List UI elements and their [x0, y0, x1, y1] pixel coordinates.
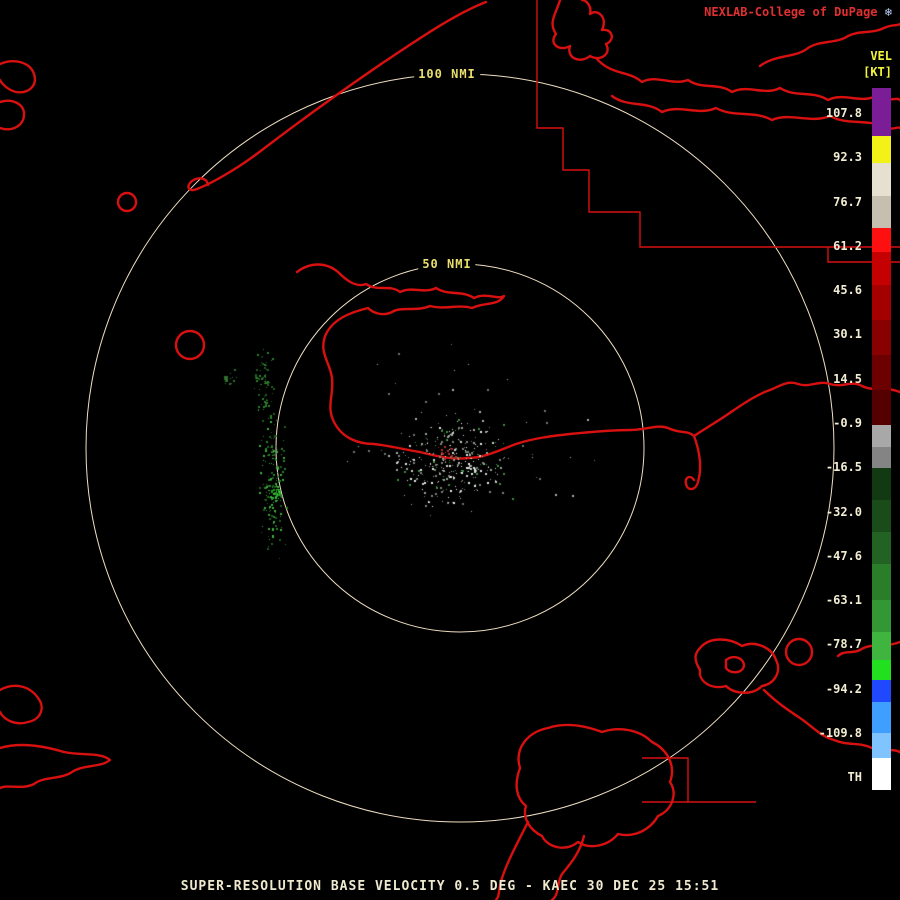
colorbar-segment — [872, 163, 891, 196]
product-caption: SUPER-RESOLUTION BASE VELOCITY 0.5 DEG -… — [180, 879, 720, 894]
colorbar-segment — [872, 733, 891, 758]
colorbar-tick: 92.3 — [833, 150, 862, 165]
colorbar-tick: -32.0 — [825, 504, 862, 519]
colorbar-segment — [872, 532, 891, 564]
colorbar-segment — [872, 252, 891, 285]
colorbar-segment — [872, 680, 891, 702]
brand-label: NEXLAB-College of DuPage — [704, 5, 878, 19]
colorbar-tick: -109.8 — [818, 725, 862, 740]
colorbar-tick: 14.5 — [833, 371, 862, 386]
colorbar-tick: -63.1 — [825, 593, 862, 608]
colorbar-segment — [872, 564, 891, 600]
colorbar-title: VEL [KT] — [863, 48, 892, 80]
colorbar-segment — [872, 228, 891, 252]
colorbar-segment — [872, 355, 891, 390]
colorbar-segment — [872, 468, 891, 500]
colorbar-segment — [872, 320, 891, 355]
velocity-colorbar — [872, 88, 891, 790]
colorbar-segment — [872, 660, 891, 680]
colorbar-tick: -78.7 — [825, 637, 862, 652]
range-ring-label-50nmi: 50 NMI — [418, 257, 476, 271]
colorbar-tick: 61.2 — [833, 238, 862, 253]
radar-display: 100 NMI 50 NMI NEXLAB-College of DuPage … — [0, 0, 900, 900]
colorbar-segment — [872, 600, 891, 632]
colorbar-segment — [872, 88, 891, 136]
range-ring-label-100nmi: 100 NMI — [414, 67, 480, 81]
colorbar-th-label: TH — [847, 770, 862, 784]
colorbar-tick: 30.1 — [833, 327, 862, 342]
colorbar-segment — [872, 702, 891, 733]
colorbar-segment — [872, 136, 891, 163]
colorbar-tick: -16.5 — [825, 460, 862, 475]
colorbar-segment — [872, 447, 891, 468]
colorbar-tick: -0.9 — [833, 415, 862, 430]
brand-text: NEXLAB-College of DuPage ❄ — [704, 5, 892, 19]
colorbar-title-units: [KT] — [863, 65, 892, 79]
colorbar-segment — [872, 758, 891, 790]
colorbar-tick: -47.6 — [825, 548, 862, 563]
colorbar-segment — [872, 390, 891, 425]
radar-echoes — [0, 0, 900, 900]
colorbar-tick: 76.7 — [833, 194, 862, 209]
colorbar-segment — [872, 632, 891, 660]
colorbar-title-product: VEL — [870, 49, 892, 63]
colorbar-tick: 107.8 — [825, 106, 862, 120]
colorbar-segment — [872, 196, 891, 228]
colorbar-segment — [872, 425, 891, 447]
colorbar-tick: 45.6 — [833, 283, 862, 298]
colorbar-tick: -94.2 — [825, 681, 862, 696]
snowflake-icon: ❄ — [884, 5, 892, 19]
colorbar-segment — [872, 500, 891, 532]
colorbar-segment — [872, 285, 891, 320]
